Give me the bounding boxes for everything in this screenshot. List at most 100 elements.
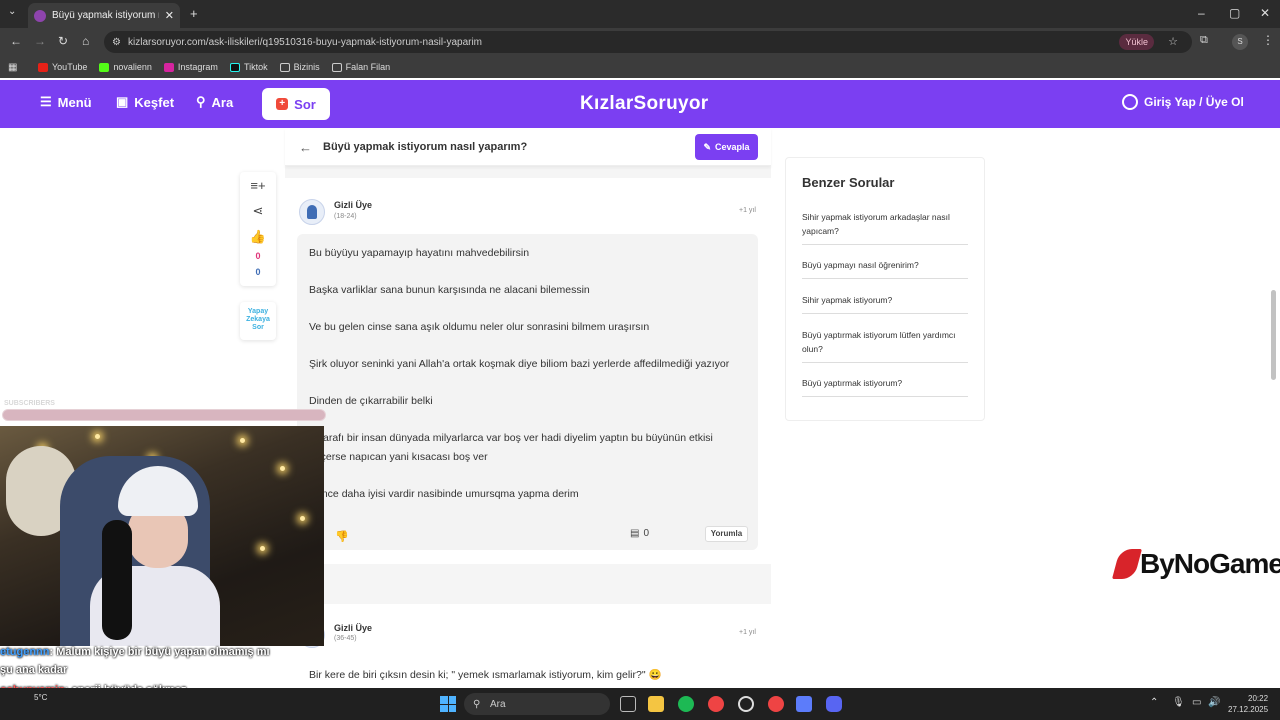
tab-list-icon[interactable]: ⌄ <box>8 6 16 17</box>
subscribers-label: SUBSCRIBERS <box>4 400 55 407</box>
address-bar-row: ← → ↻ ⌂ ⚙ kizlarsoruyor.com/ask-iliskile… <box>0 28 1280 56</box>
back-arrow-icon[interactable]: ← <box>299 140 312 155</box>
network-icon[interactable]: ▭ <box>1192 697 1201 708</box>
question-toolbar: ≡+ ⋖ 👍 0 0 <box>240 172 276 286</box>
system-clock[interactable]: 20:22 27.12.2025 <box>1228 693 1268 715</box>
folder-icon <box>279 62 290 72</box>
bookmark-tiktok[interactable]: Tiktok <box>229 62 268 72</box>
extensions-icon[interactable]: ⧉ <box>1200 34 1208 47</box>
bookmark-youtube[interactable]: YouTube <box>38 62 87 72</box>
similar-questions-panel: Benzer Sorular Sihir yapmak istiyorum ar… <box>785 157 985 421</box>
similar-title: Benzer Sorular <box>802 175 895 190</box>
browser-tab-active[interactable]: Büyü yapmak istiyorum nasıl ya ✕ <box>28 3 180 28</box>
minimize-icon[interactable]: – <box>1198 6 1205 20</box>
answer-age-range: (36-45) <box>334 635 357 642</box>
app-icon[interactable] <box>796 696 812 712</box>
answer-line: geçerse napıcan yani kısacası boş ver <box>309 451 488 463</box>
ask-ai-button[interactable]: Yapay Zekaya Sor <box>240 302 276 340</box>
dislike-icon[interactable]: 👎 <box>335 530 349 543</box>
bookmark-instagram[interactable]: Instagram <box>163 62 218 72</box>
like-count: 0 <box>255 251 261 261</box>
answer-line: Bu büyüyu yapamayıp hayatını mahvedebili… <box>309 247 530 259</box>
subscribers-goal-bar <box>2 409 326 421</box>
answer-username[interactable]: Gizli Üye <box>334 200 372 210</box>
bookmark-star-icon[interactable]: ☆ <box>1168 35 1178 48</box>
explore-button[interactable]: ▣ Keşfet <box>116 94 174 110</box>
chrome-profile-icon[interactable] <box>768 696 784 712</box>
microphone-icon[interactable]: 🎙 <box>1172 697 1185 708</box>
close-tab-icon[interactable]: ✕ <box>165 9 174 22</box>
answer-line: Dinden de çıkarrabilir belki <box>309 395 433 407</box>
similar-question-link[interactable]: Sihir yapmak istiyorum? <box>802 293 968 314</box>
site-logo[interactable]: KızlarSoruyor <box>580 93 709 115</box>
search-icon: ⚲ <box>473 698 481 710</box>
search-icon: ⚲ <box>196 94 206 109</box>
task-view-icon[interactable] <box>620 696 636 712</box>
volume-icon[interactable]: 🔊 <box>1208 697 1220 708</box>
microphone <box>102 520 132 640</box>
discord-icon[interactable] <box>826 696 842 712</box>
comment-icon: ▤ <box>630 528 640 539</box>
answer-button[interactable]: ✎ Cevapla <box>695 134 758 160</box>
answer-card: Gizli Üye (18-24) +1 yıl Bu büyüyu yapam… <box>285 178 771 564</box>
site-header: ☰ Menü ▣ Keşfet ⚲ Ara + Sor KızlarSoruyor Gi… <box>0 80 1280 128</box>
spotify-icon[interactable] <box>678 696 694 712</box>
answer-username[interactable]: Gizli Üye <box>334 623 372 633</box>
similar-question-link[interactable]: Büyü yaptırmak istiyorum lütfen yardımcı… <box>802 328 968 363</box>
answer-line: Bir kere de biri çıksın desin ki; " yeme… <box>309 669 662 681</box>
user-icon <box>1122 94 1138 110</box>
url-text: kizlarsoruyor.com/ask-iliskileri/q195103… <box>128 36 483 48</box>
kick-icon <box>99 62 110 72</box>
add-to-list-icon[interactable]: ≡+ <box>240 178 276 193</box>
comment-button[interactable]: Yorumla <box>705 526 748 542</box>
share-icon[interactable]: ⋖ <box>240 203 276 219</box>
bookmark-novalienn[interactable]: novalienn <box>99 62 152 72</box>
comment-count[interactable]: ▤ 0 <box>630 528 649 539</box>
ask-button[interactable]: + Sor <box>262 88 330 120</box>
bookmark-folder-falan-filan[interactable]: Falan Filan <box>331 62 390 72</box>
like-icon[interactable]: 👍 <box>240 229 276 245</box>
answer-time: +1 yıl <box>739 207 756 214</box>
home-icon[interactable]: ⌂ <box>82 34 89 48</box>
similar-question-link[interactable]: Büyü yaptırmak istiyorum? <box>802 376 968 397</box>
windows-taskbar: 5°C ⚲ Ara ⌃ 🎙 ▭ 🔊 20:22 27.12.2025 <box>0 688 1280 720</box>
site-info-icon[interactable]: ⚙ <box>112 37 121 48</box>
answer-age-range: (18-24) <box>334 213 357 220</box>
tiktok-icon <box>229 62 240 72</box>
question-header: ← Büyü yapmak istiyorum nasıl yaparım? ✎… <box>285 128 771 166</box>
similar-question-link[interactable]: Büyü yapmayı nasıl öğrenirim? <box>802 258 968 279</box>
new-tab-icon[interactable]: + <box>190 6 198 21</box>
login-button[interactable]: Giriş Yap / Üye Ol <box>1122 94 1244 110</box>
chrome-icon[interactable] <box>708 696 724 712</box>
browser-tab-strip: ⌄ Büyü yapmak istiyorum nasıl ya ✕ + – ▢… <box>0 0 1280 28</box>
dislike-count: 0 <box>255 267 261 277</box>
search-button[interactable]: ⚲ Ara <box>196 94 233 110</box>
apps-grid-icon[interactable]: ▦ <box>8 62 17 73</box>
back-icon[interactable]: ← <box>10 34 22 48</box>
pencil-icon: ✎ <box>703 141 711 152</box>
forward-icon[interactable]: → <box>34 34 46 48</box>
maximize-icon[interactable]: ▢ <box>1229 6 1240 20</box>
answer-card: Gizli Üye (36-45) +1 yıl Bir kere de bir… <box>285 604 771 690</box>
url-input[interactable]: ⚙ kizlarsoruyor.com/ask-iliskileri/q1951… <box>104 31 1192 53</box>
windows-start-icon[interactable] <box>440 696 456 712</box>
upload-button[interactable]: Yükle <box>1119 34 1154 50</box>
answer-body: Bu büyüyu yapamayıp hayatını mahvedebili… <box>297 234 758 550</box>
webcam-feed <box>0 426 324 646</box>
avatar <box>299 199 325 225</box>
tray-chevron-icon[interactable]: ⌃ <box>1150 697 1158 708</box>
bookmark-folder-bizinis[interactable]: Bizinis <box>279 62 320 72</box>
reload-icon[interactable]: ↻ <box>58 34 68 48</box>
page-scrollbar[interactable] <box>1271 290 1276 380</box>
weather-widget[interactable]: 5°C <box>34 693 47 702</box>
chat-message: şu ana kadar <box>0 664 68 676</box>
menu-button[interactable]: ☰ Menü <box>40 94 92 110</box>
instagram-icon <box>163 62 174 72</box>
file-explorer-icon[interactable] <box>648 696 664 712</box>
browser-menu-icon[interactable]: ⋮ <box>1262 33 1274 47</box>
similar-question-link[interactable]: Sihir yapmak istiyorum arkadaşlar nasıl … <box>802 210 968 245</box>
obs-icon[interactable] <box>738 696 754 712</box>
close-window-icon[interactable]: ✕ <box>1260 6 1270 20</box>
taskbar-search[interactable]: ⚲ Ara <box>464 693 610 715</box>
profile-avatar[interactable]: S <box>1232 34 1248 50</box>
